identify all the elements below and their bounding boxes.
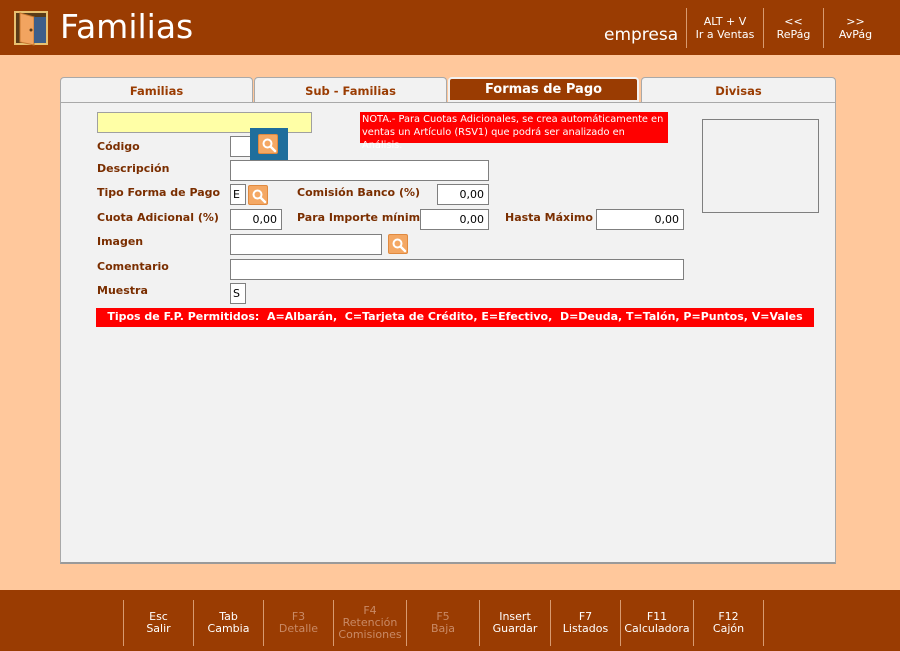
save-key-button[interactable]: Insert Guardar (479, 600, 550, 646)
open-door-icon (14, 11, 48, 46)
imagen-search-button[interactable] (388, 234, 408, 254)
comentario-input[interactable] (230, 259, 684, 280)
imagen-input[interactable] (230, 234, 382, 255)
tipo-forma-pago-input[interactable]: E (230, 184, 246, 205)
comentario-label: Comentario (97, 260, 169, 273)
importe-minimo-label: Para Importe mínimo (297, 211, 428, 224)
cash-drawer-key-button[interactable]: F12 Cajón (693, 600, 764, 646)
page-up-shortcut: << (784, 15, 803, 28)
fkey-action: Calculadora (624, 622, 690, 635)
reports-key-button[interactable]: F7 Listados (550, 600, 620, 646)
comision-banco-input[interactable]: 0,00 (437, 184, 489, 205)
fkey-action: Guardar (492, 622, 538, 635)
cuota-adicional-label: Cuota Adicional (%) (97, 211, 219, 224)
page-down-label: AvPág (838, 28, 873, 41)
fkey-action: Cambia (207, 622, 250, 635)
tipo-forma-pago-label: Tipo Forma de Pago (97, 186, 221, 199)
magnifier-icon (392, 238, 407, 253)
cuota-adicional-input[interactable]: 0,00 (230, 209, 282, 230)
app-header: Familias empresa ALT + V Ir a Ventas << … (0, 0, 900, 55)
magnifier-icon (258, 134, 278, 154)
page-down-shortcut: >> (846, 15, 865, 28)
page-down-button[interactable]: >> AvPág (823, 8, 887, 48)
fkey-action: Comisiones (338, 628, 402, 641)
detail-key-button[interactable]: F3 Detalle (263, 600, 333, 646)
fkey-action: Cajón (712, 622, 745, 635)
payment-types-bar: Tipos de F.P. Permitidos: A=Albarán, C=T… (96, 307, 814, 327)
fkey-action: Salir (146, 622, 171, 635)
tab-divisas[interactable]: Divisas (641, 77, 836, 103)
magnifier-icon (252, 189, 267, 204)
tab-sub-familias[interactable]: Sub - Familias (254, 77, 447, 103)
page-up-label: RePág (776, 28, 811, 41)
fkey-action: Detalle (278, 622, 319, 635)
fkey-action: Baja (430, 622, 456, 635)
fkey-action: Listados (562, 622, 609, 635)
importe-minimo-input[interactable]: 0,00 (420, 209, 489, 230)
comision-banco-label: Comisión Banco (%) (297, 186, 421, 199)
go-to-sales-button[interactable]: ALT + V Ir a Ventas (686, 8, 763, 48)
tab-familias[interactable]: Familias (60, 77, 253, 103)
additional-fee-note: NOTA.- Para Cuotas Adicionales, se crea … (360, 112, 668, 151)
descripcion-label: Descripción (97, 162, 170, 175)
image-preview (702, 119, 819, 213)
hasta-maximo-input[interactable]: 0,00 (596, 209, 684, 230)
descripcion-input[interactable] (230, 160, 489, 181)
go-to-sales-shortcut: ALT + V (703, 15, 747, 28)
muestra-input[interactable]: S (230, 283, 246, 304)
imagen-label: Imagen (97, 235, 144, 248)
page-up-button[interactable]: << RePág (763, 8, 823, 48)
company-name: empresa (604, 25, 679, 45)
hasta-maximo-label: Hasta Máximo (505, 211, 593, 224)
calculator-key-button[interactable]: F11 Calculadora (620, 600, 693, 646)
tipo-search-button[interactable] (248, 185, 268, 205)
tab-formas-de-pago[interactable]: Formas de Pago (448, 77, 639, 104)
muestra-label: Muestra (97, 284, 148, 297)
commissions-key-button[interactable]: F4 Retención Comisiones (333, 600, 406, 646)
delete-key-button[interactable]: F5 Baja (406, 600, 479, 646)
function-key-bar: Esc Salir Tab Cambia F3 Detalle F4 Reten… (0, 590, 900, 651)
app-title: Familias (60, 7, 194, 46)
codigo-label: Código (97, 140, 140, 153)
exit-key-button[interactable]: Esc Salir (123, 600, 193, 646)
change-key-button[interactable]: Tab Cambia (193, 600, 263, 646)
codigo-search-button[interactable] (250, 128, 288, 162)
go-to-sales-label: Ir a Ventas (695, 28, 755, 41)
